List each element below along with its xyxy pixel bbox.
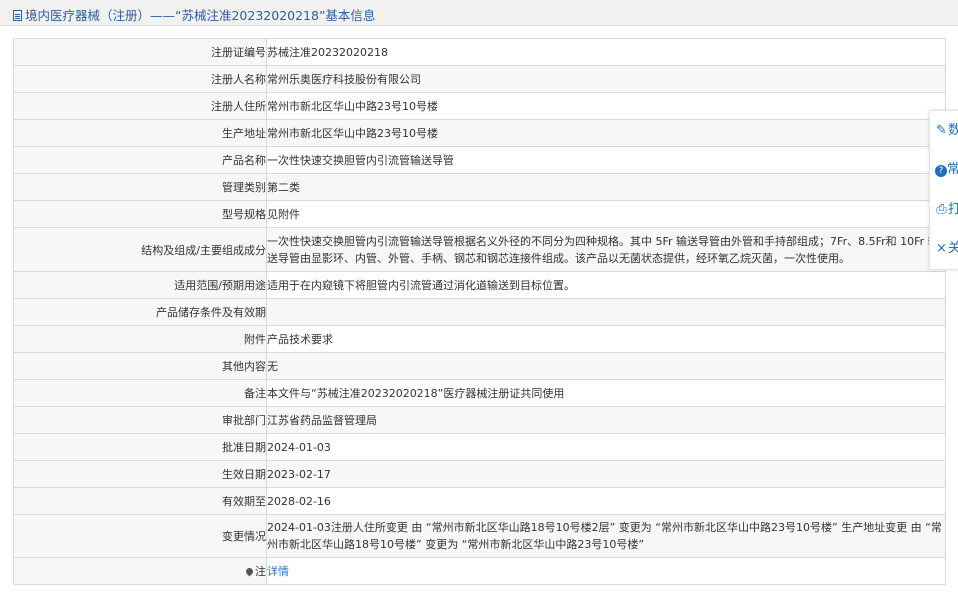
table-row: 结构及组成/主要组成成分 一次性快速交换胆管内引流管输送导管根据名义外径的不同分… — [13, 227, 946, 272]
table-row: 批准日期 2024-01-03 — [13, 433, 946, 461]
table-row: 备注 本文件与“苏械注准20232020218”医疗器械注册证共同使用 — [13, 379, 946, 407]
side-toolbar-item-data[interactable]: ✎数 — [935, 119, 958, 139]
row-label: 型号规格 — [13, 200, 267, 228]
row-label: 变更情况 — [13, 514, 267, 558]
row-value: 常州乐奥医疗科技股份有限公司 — [266, 65, 946, 93]
table-row: 适用范围/预期用途 适用于在内窥镜下将胆管内引流管通过消化道输送到目标位置。 — [13, 271, 946, 299]
info-table: 注册证编号 苏械注准20232020218 注册人名称 常州乐奥医疗科技股份有限… — [13, 38, 946, 585]
row-value: 见附件 — [266, 200, 946, 228]
row-label: 注册证编号 — [13, 38, 267, 66]
side-toolbar-item-print[interactable]: ⎙打 — [935, 198, 958, 218]
row-label: 附件 — [13, 325, 267, 353]
help-icon: ? — [935, 165, 947, 177]
table-row: 产品储存条件及有效期 — [13, 298, 946, 326]
row-value: 适用于在内窥镜下将胆管内引流管通过消化道输送到目标位置。 — [266, 271, 946, 299]
row-label: 产品名称 — [13, 146, 267, 174]
table-row: 附件 产品技术要求 — [13, 325, 946, 353]
table-row: 注册人名称 常州乐奥医疗科技股份有限公司 — [13, 65, 946, 93]
table-row: 有效期至 2028-02-16 — [13, 487, 946, 515]
row-value: 详情 — [266, 557, 946, 585]
edit-icon: ✎ — [936, 123, 947, 138]
row-value: 常州市新北区华山中路23号10号楼 — [266, 92, 946, 120]
row-value: 产品技术要求 — [266, 325, 946, 353]
table-row: 注 详情 — [13, 557, 946, 585]
page-title: 境内医疗器械（注册）——“苏械注准20232020218”基本信息 — [13, 5, 375, 24]
row-value: 2023-02-17 — [266, 460, 946, 488]
row-value: 无 — [266, 352, 946, 380]
row-value: 第二类 — [266, 173, 946, 201]
row-value: 常州市新北区华山中路23号10号楼 — [266, 119, 946, 147]
table-row: 型号规格 见附件 — [13, 200, 946, 228]
row-label: 备注 — [13, 379, 267, 407]
row-label: 批准日期 — [13, 433, 267, 461]
row-value — [266, 298, 946, 326]
print-icon: ⎙ — [936, 202, 947, 217]
row-value: 一次性快速交换胆管内引流管输送导管根据名义外径的不同分为四种规格。其中 5Fr … — [266, 227, 946, 272]
row-label: 注册人住所 — [13, 92, 267, 120]
row-label: 其他内容 — [13, 352, 267, 380]
row-label: 适用范围/预期用途 — [13, 271, 267, 299]
side-toolbar: ✎数 ? 常 ⎙打 ×关 — [929, 110, 958, 270]
table-row: 生产地址 常州市新北区华山中路23号10号楼 — [13, 119, 946, 147]
table-row: 变更情况 2024-01-03注册人住所变更 由 “常州市新北区华山路18号10… — [13, 514, 946, 558]
row-value: 一次性快速交换胆管内引流管输送导管 — [266, 146, 946, 174]
row-label: 审批部门 — [13, 406, 267, 434]
pin-icon — [244, 566, 255, 577]
row-value: 苏械注准20232020218 — [266, 38, 946, 66]
row-label: 结构及组成/主要组成成分 — [13, 227, 267, 272]
side-toolbar-item-close[interactable]: ×关 — [935, 237, 958, 257]
row-value: 江苏省药品监督管理局 — [266, 406, 946, 434]
row-value: 本文件与“苏械注准20232020218”医疗器械注册证共同使用 — [266, 379, 946, 407]
close-icon: × — [936, 241, 947, 256]
page-header: 境内医疗器械（注册）——“苏械注准20232020218”基本信息 — [0, 0, 958, 26]
table-row: 审批部门 江苏省药品监督管理局 — [13, 406, 946, 434]
table-row: 生效日期 2023-02-17 — [13, 460, 946, 488]
note-label: 注 — [13, 557, 267, 585]
side-toolbar-item-faq[interactable]: ? 常 — [935, 158, 958, 178]
details-link[interactable]: 详情 — [268, 565, 290, 578]
row-label: 有效期至 — [13, 487, 267, 515]
table-row: 注册人住所 常州市新北区华山中路23号10号楼 — [13, 92, 946, 120]
table-row: 管理类别 第二类 — [13, 173, 946, 201]
row-value: 2024-01-03注册人住所变更 由 “常州市新北区华山路18号10号楼2层”… — [266, 514, 946, 558]
table-row: 注册证编号 苏械注准20232020218 — [13, 38, 946, 66]
document-icon — [13, 10, 22, 21]
row-label: 管理类别 — [13, 173, 267, 201]
row-label: 产品储存条件及有效期 — [13, 298, 267, 326]
row-value: 2024-01-03 — [266, 433, 946, 461]
row-label: 生效日期 — [13, 460, 267, 488]
row-label: 生产地址 — [13, 119, 267, 147]
table-row: 产品名称 一次性快速交换胆管内引流管输送导管 — [13, 146, 946, 174]
row-value: 2028-02-16 — [266, 487, 946, 515]
table-row: 其他内容 无 — [13, 352, 946, 380]
row-label: 注册人名称 — [13, 65, 267, 93]
